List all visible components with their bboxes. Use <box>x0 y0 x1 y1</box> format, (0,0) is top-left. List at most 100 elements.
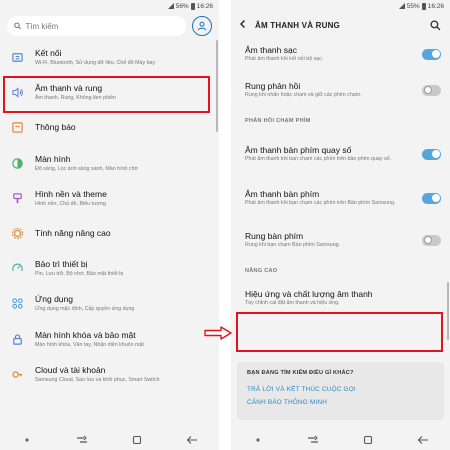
profile-button[interactable] <box>192 16 212 36</box>
display-icon <box>10 156 24 170</box>
recent-apps-button[interactable] <box>75 433 89 447</box>
setting-title: Tính năng nâng cao <box>35 228 111 239</box>
settings-item-advanced-features[interactable]: Tính năng nâng cao <box>0 216 219 251</box>
maintenance-icon <box>10 262 24 276</box>
setting-subtitle: Pin, Lưu trữ, Bộ nhớ, Bảo mật thiết bị <box>35 271 124 278</box>
setting-subtitle: Độ sáng, Lọc ánh sáng xanh, Màn hình chờ <box>35 165 139 172</box>
setting-subtitle: Màn hình khóa, Vân tay, Nhận diện khuôn … <box>35 341 144 348</box>
section-header-key-feedback: PHẢN HỒI CHẠM PHÍM <box>245 118 311 124</box>
suggestion-title: BẠN ĐANG TÌM KIẾM ĐIỀU GÌ KHÁC? <box>247 370 354 376</box>
back-button[interactable] <box>416 433 430 447</box>
page-title: ÂM THANH VÀ RUNG <box>255 20 340 30</box>
settings-item-display[interactable]: Màn hình Độ sáng, Lọc ánh sáng xanh, Màn … <box>0 146 219 181</box>
keyboard-vibration-toggle[interactable] <box>422 234 441 246</box>
battery-percent: 56% <box>175 2 189 10</box>
setting-subtitle: Rung khi bạn chạm Bàn phím Samsung. <box>245 242 341 248</box>
setting-keyboard-vibration[interactable]: Rung bàn phím Rung khi bạn chạm Bàn phím … <box>231 220 450 260</box>
settings-item-lock-screen[interactable]: Màn hình khóa và bảo mật Màn hình khóa, V… <box>0 322 219 357</box>
battery-icon <box>421 2 426 10</box>
connection-icon <box>10 51 24 65</box>
notification-icon <box>10 121 24 135</box>
setting-subtitle: Ứng dụng mặc định, Cấp quyền ứng dụng <box>35 306 135 313</box>
scrollbar[interactable] <box>447 282 449 340</box>
setting-title: Rung bàn phím <box>245 231 304 241</box>
setting-vibration-feedback[interactable]: Rung phản hồi Rung khi nhấn hoặc chạm và … <box>231 70 450 110</box>
setting-subtitle: Âm thanh, Rung, Không làm phiền <box>35 95 116 102</box>
back-icon <box>417 436 428 444</box>
battery-icon <box>190 2 195 10</box>
settings-screen: 56% 16:26 Kết nốiWi-Fi, Bluetooth, Sử dụ… <box>0 0 219 450</box>
recent-apps-icon <box>77 435 88 443</box>
suggestion-link-smart-alert[interactable]: CẢNH BÁO THÔNG MINH <box>247 396 434 409</box>
home-button[interactable] <box>361 433 375 447</box>
lock-icon <box>10 332 24 346</box>
setting-title: Bảo trì thiết bị <box>35 259 88 270</box>
chevron-left-icon <box>240 20 245 28</box>
back-button[interactable] <box>185 433 199 447</box>
keyboard-sound-toggle[interactable] <box>422 192 441 204</box>
settings-item-cloud-accounts[interactable]: Cloud và tài khoản Samsung Cloud, Sao lưu… <box>0 357 219 392</box>
home-icon <box>363 435 372 445</box>
setting-charging-sound[interactable]: Âm thanh sạc Phát âm thanh khi kết nối bộ… <box>231 38 450 70</box>
navigation-bar <box>0 430 219 450</box>
sound-settings-screen: 55% 16:26 ÂM THANH VÀ RUNG Âm thanh sạc P… <box>231 0 450 450</box>
recent-apps-icon <box>308 435 319 443</box>
setting-title: Âm thanh bàn phím quay số <box>245 145 352 155</box>
setting-title: Âm thanh và rung <box>35 83 103 94</box>
setting-title: Thông báo <box>35 122 76 133</box>
settings-item-wallpaper[interactable]: Hình nền và theme Hình nền, Chủ đề, Biểu … <box>0 181 219 216</box>
suggestion-link-answer-end-calls[interactable]: TRẢ LỜI VÀ KẾT THÚC CUỘC GỌI <box>247 383 434 396</box>
dialpad-sound-toggle[interactable] <box>422 148 441 160</box>
setting-title: Rung phản hồi <box>245 81 301 91</box>
search-bar[interactable] <box>7 16 186 36</box>
setting-title: Kết nối <box>35 48 62 59</box>
profile-icon <box>197 21 207 31</box>
nav-dot-button[interactable] <box>20 433 34 447</box>
setting-title: Hiệu ứng và chất lượng âm thanh <box>245 289 373 299</box>
setting-subtitle: Tùy chỉnh cài đặt âm thanh và hiệu ứng. <box>245 300 340 306</box>
clock: 16:26 <box>196 2 213 10</box>
search-button[interactable] <box>428 18 442 32</box>
recent-apps-button[interactable] <box>306 433 320 447</box>
settings-item-notifications[interactable]: Thông báo <box>0 110 219 145</box>
setting-title: Âm thanh bàn phím <box>245 189 320 199</box>
settings-item-apps[interactable]: Ứng dụng Ứng dụng mặc định, Cấp quyền ứng… <box>0 286 219 321</box>
status-bar: 55% 16:26 <box>231 0 450 12</box>
scrollbar[interactable] <box>216 40 218 132</box>
settings-item-sound[interactable]: Âm thanh và rung Âm thanh, Rung, Không là… <box>0 75 219 110</box>
setting-keyboard-sound[interactable]: Âm thanh bàn phím Phát âm thanh khi bạn c… <box>231 176 450 220</box>
setting-subtitle: Hình nền, Chủ đề, Biểu tượng <box>35 200 106 207</box>
settings-item-connections[interactable]: Kết nối Wi-Fi, Bluetooth, Sử dụng dữ liệu… <box>0 40 219 75</box>
back-arrow-button[interactable] <box>238 16 248 34</box>
settings-item-device-care[interactable]: Bảo trì thiết bị Pin, Lưu trữ, Bộ nhớ, Bả… <box>0 251 219 286</box>
clock: 16:26 <box>427 2 444 10</box>
sound-settings-list: Âm thanh sạc Phát âm thanh khi kết nối bộ… <box>231 38 450 318</box>
setting-title: Hình nền và theme <box>35 188 107 199</box>
home-icon <box>132 435 141 445</box>
key-icon <box>10 367 24 381</box>
navigation-bar <box>231 430 450 450</box>
setting-title: Ứng dụng <box>35 294 73 305</box>
settings-list: Kết nối Wi-Fi, Bluetooth, Sử dụng dữ liệu… <box>0 40 219 392</box>
apps-icon <box>10 297 24 311</box>
setting-subtitle: Phát âm thanh khi kết nối bộ sạc. <box>245 56 324 62</box>
status-bar: 56% 16:26 <box>0 0 219 12</box>
setting-subtitle: Rung khi nhấn hoặc chạm và giữ các phím … <box>245 92 362 98</box>
setting-subtitle: Phát âm thanh khi bạn chạm các phím trên… <box>245 156 392 162</box>
search-input[interactable] <box>25 21 179 31</box>
brush-icon <box>10 191 24 205</box>
setting-title: Cloud và tài khoản <box>35 364 106 375</box>
setting-subtitle: Phát âm thanh khi bạn chạm các phím trên… <box>245 200 396 206</box>
setting-title: Âm thanh sạc <box>245 45 297 55</box>
search-icon <box>14 22 22 30</box>
arrow-right-icon <box>204 326 232 340</box>
app-header: ÂM THANH VÀ RUNG <box>231 14 450 36</box>
setting-dialpad-sound[interactable]: Âm thanh bàn phím quay số Phát âm thanh k… <box>231 132 450 176</box>
nav-dot-button[interactable] <box>251 433 265 447</box>
back-icon <box>186 436 197 444</box>
setting-sound-quality-effects[interactable]: Hiệu ứng và chất lượng âm thanh Tùy chỉnh… <box>231 278 450 318</box>
setting-title: Màn hình <box>35 153 71 164</box>
vibration-feedback-toggle[interactable] <box>422 84 441 96</box>
charging-sound-toggle[interactable] <box>422 48 441 60</box>
home-button[interactable] <box>130 433 144 447</box>
